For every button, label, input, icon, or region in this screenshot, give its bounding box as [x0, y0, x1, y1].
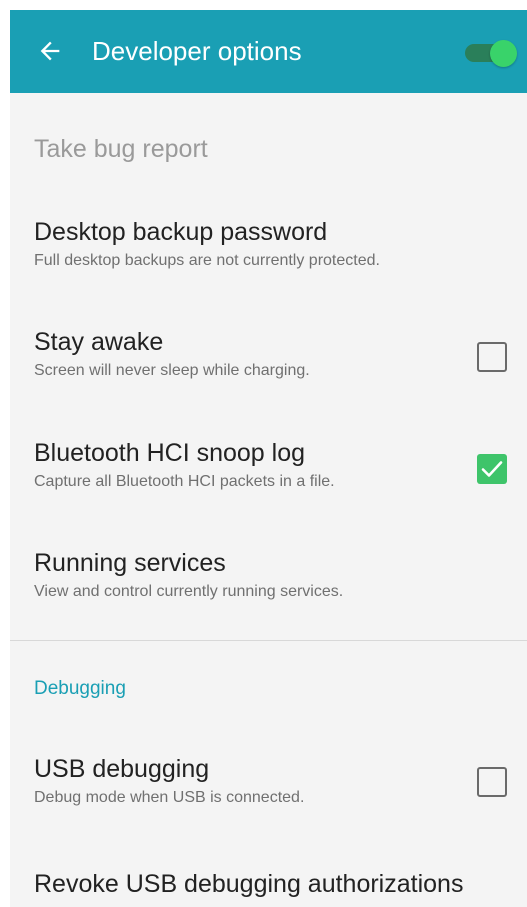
section-divider	[10, 640, 527, 641]
desktop-backup-password-item[interactable]: Desktop backup password Full desktop bac…	[10, 216, 527, 286]
item-title: Desktop backup password	[34, 218, 328, 246]
bluetooth-hci-snoop-log-item[interactable]: Bluetooth HCI snoop log Capture all Blue…	[10, 437, 527, 507]
item-title: Bluetooth HCI snoop log	[34, 439, 306, 467]
item-title: Take bug report	[34, 135, 208, 163]
stay-awake-checkbox[interactable]	[477, 342, 507, 372]
running-services-item[interactable]: Running services View and control curren…	[10, 547, 527, 617]
item-title: Running services	[34, 549, 226, 577]
developer-options-switch[interactable]	[465, 40, 519, 67]
take-bug-report-item[interactable]: Take bug report	[10, 133, 527, 183]
page-title: Developer options	[92, 36, 302, 66]
section-header-debugging: Debugging	[34, 678, 126, 699]
bluetooth-hci-snoop-log-checkbox[interactable]	[477, 454, 507, 484]
item-title: Stay awake	[34, 328, 164, 356]
switch-thumb	[490, 40, 517, 67]
item-summary: View and control currently running servi…	[34, 583, 344, 600]
item-title: Revoke USB debugging authorizations	[34, 870, 464, 898]
revoke-usb-debugging-authorizations-item[interactable]: Revoke USB debugging authorizations	[10, 868, 527, 907]
item-title: USB debugging	[34, 755, 210, 783]
developer-options-screen: Developer options Take bug report Deskto…	[10, 10, 527, 907]
usb-debugging-item[interactable]: USB debugging Debug mode when USB is con…	[10, 753, 527, 823]
arrow-left-icon	[40, 41, 60, 61]
item-summary: Full desktop backups are not currently p…	[34, 252, 380, 269]
app-bar: Developer options	[10, 10, 527, 93]
stay-awake-item[interactable]: Stay awake Screen will never sleep while…	[10, 326, 527, 396]
item-summary: Screen will never sleep while charging.	[34, 362, 310, 379]
checkmark-icon	[481, 461, 503, 477]
item-summary: Capture all Bluetooth HCI packets in a f…	[34, 473, 335, 490]
item-summary: Debug mode when USB is connected.	[34, 789, 305, 806]
back-button[interactable]	[36, 37, 64, 65]
usb-debugging-checkbox[interactable]	[477, 767, 507, 797]
